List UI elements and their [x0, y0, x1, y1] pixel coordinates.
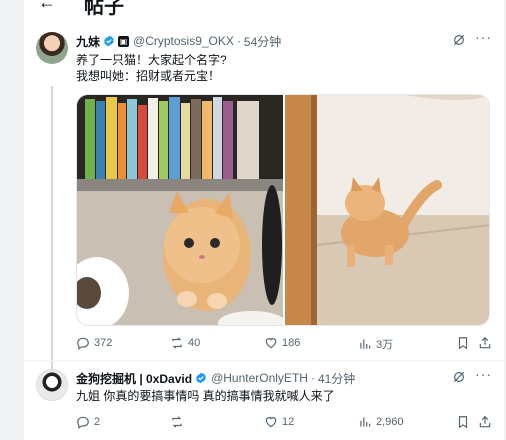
- tweet-text: 九姐 你真的要搞事情吗 真的搞事情我就喊人来了: [76, 389, 335, 403]
- affiliate-badge-icon: ▣: [118, 35, 130, 47]
- author-name[interactable]: 九妹: [76, 33, 100, 50]
- heart-icon: [265, 417, 277, 428]
- repost-count: 40: [188, 337, 201, 349]
- action-bar: 2 12 2,960: [76, 415, 492, 433]
- media-grid[interactable]: [76, 94, 490, 326]
- tweet-text-line: 我想叫她：招财或者元宝！: [76, 69, 221, 83]
- like-button[interactable]: 186: [264, 336, 300, 350]
- more-options-icon[interactable]: ···: [475, 29, 492, 45]
- reply-count: 372: [94, 337, 113, 349]
- author-name[interactable]: 金狗挖掘机 | 0xDavid: [76, 370, 192, 387]
- grok-icon[interactable]: [452, 33, 466, 47]
- thread-line: [51, 86, 53, 386]
- repost-button[interactable]: 40: [170, 336, 200, 350]
- like-count: 12: [282, 416, 295, 428]
- tweet-header: 九妹 ▣ @Cryptosis9_OKX · 54分钟: [76, 32, 281, 50]
- more-options-icon[interactable]: ···: [475, 366, 492, 382]
- timeline-column: ← 帖子 九妹 ▣ @Cryptosis9_OKX · 54分钟 ··· 养了一…: [24, 0, 504, 440]
- views-button[interactable]: 2,960: [358, 415, 404, 429]
- share-icon[interactable]: [478, 415, 492, 429]
- reply-icon: [77, 416, 89, 429]
- page-title: 帖子: [84, 0, 124, 18]
- like-count: 186: [282, 337, 301, 349]
- reply-button[interactable]: 372: [76, 336, 112, 350]
- avatar[interactable]: [36, 32, 68, 64]
- reply-button[interactable]: 2: [76, 415, 100, 429]
- views-count: 3万: [376, 339, 394, 351]
- tweet-text-line: 养了一只猫！大家起个名字?: [76, 53, 227, 67]
- share-icon[interactable]: [478, 336, 492, 350]
- timestamp[interactable]: 54分钟: [244, 33, 281, 50]
- repost-button[interactable]: [170, 415, 188, 429]
- like-button[interactable]: 12: [264, 415, 294, 429]
- back-arrow-icon[interactable]: ←: [38, 0, 56, 13]
- kitten-photo-1[interactable]: [77, 95, 283, 325]
- verified-badge-icon: [104, 35, 114, 47]
- separator-dot: ·: [310, 371, 315, 385]
- heart-icon: [265, 338, 277, 349]
- views-chart-icon: [360, 417, 371, 427]
- tweet[interactable]: 九妹 ▣ @Cryptosis9_OKX · 54分钟 ··· 养了一只猫！大家…: [24, 24, 504, 386]
- top-bar: ← 帖子: [24, 0, 504, 24]
- bookmark-icon[interactable]: [456, 336, 470, 350]
- views-count: 2,960: [376, 416, 404, 428]
- views-button[interactable]: 3万: [358, 336, 393, 352]
- tweet-header: 金狗挖掘机 | 0xDavid @HunterOnlyETH · 41分钟: [76, 369, 355, 387]
- reply-count: 2: [94, 416, 101, 428]
- timestamp[interactable]: 41分钟: [318, 370, 355, 387]
- action-bar: 372 40 186 3万: [76, 336, 492, 354]
- grok-icon[interactable]: [452, 370, 466, 384]
- avatar[interactable]: [36, 369, 68, 401]
- repost-icon: [172, 416, 182, 428]
- kitten-photo-2[interactable]: [285, 95, 489, 325]
- reply-icon: [77, 337, 89, 350]
- separator-dot: ·: [236, 34, 241, 48]
- views-chart-icon: [360, 339, 371, 349]
- author-handle[interactable]: @Cryptosis9_OKX: [133, 34, 234, 48]
- repost-icon: [172, 337, 182, 349]
- author-handle[interactable]: @HunterOnlyETH: [211, 371, 308, 385]
- verified-badge-icon: [196, 372, 207, 384]
- tweet[interactable]: 金狗挖掘机 | 0xDavid @HunterOnlyETH · 41分钟 ··…: [24, 361, 504, 440]
- bookmark-icon[interactable]: [456, 415, 470, 429]
